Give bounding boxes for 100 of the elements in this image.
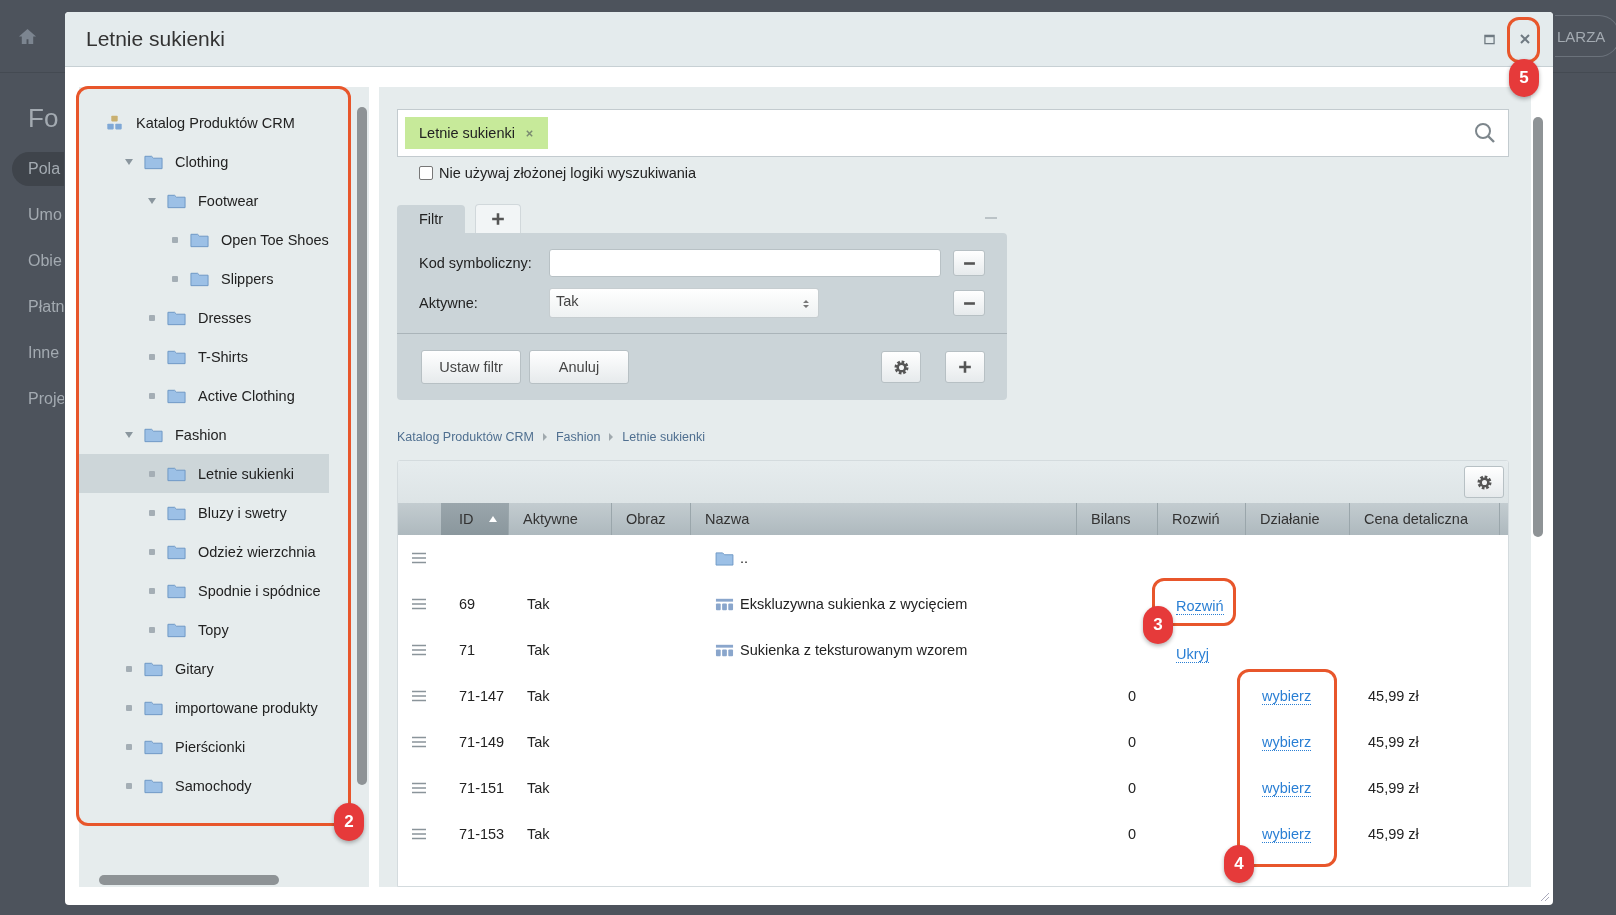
menu-item[interactable]: Pola (12, 152, 64, 186)
tree-item[interactable]: Spodnie i spódnice (79, 571, 329, 610)
chevron-icon (541, 432, 548, 442)
menu-icon[interactable] (412, 598, 426, 610)
column-header[interactable]: Cena detaliczna (1350, 503, 1500, 535)
table-cell: Tak (527, 780, 550, 796)
expand-arrow-icon[interactable] (124, 429, 134, 440)
expand-link[interactable]: Rozwiń (1176, 597, 1224, 615)
settings-button[interactable] (881, 351, 921, 383)
table-cell: 0 (1127, 826, 1136, 842)
resize-grip-icon[interactable] (1538, 890, 1550, 902)
tree-item[interactable]: Slippers (79, 259, 329, 298)
remove-field-button[interactable] (953, 250, 985, 276)
table-cell: Tak (527, 688, 550, 704)
select-link[interactable]: wybierz (1262, 779, 1312, 797)
breadcrumb-link[interactable]: Katalog Produktów CRM (397, 430, 534, 444)
close-icon[interactable] (1519, 33, 1531, 45)
tree-item[interactable]: Dresses (79, 298, 329, 337)
column-header[interactable]: Rozwiń (1158, 503, 1246, 535)
chevron-icon (608, 432, 615, 442)
menu-icon[interactable] (412, 828, 426, 840)
expand-link[interactable]: Ukryj (1176, 645, 1210, 663)
table-cell: 71-153 (459, 826, 505, 842)
table-cell: Tak (527, 596, 550, 612)
table-cell: 71-151 (459, 780, 505, 796)
tree-item[interactable]: Footwear (79, 181, 329, 220)
menu-icon[interactable] (412, 690, 426, 702)
tree-item[interactable]: Katalog Produktów CRM (79, 103, 329, 142)
breadcrumb-link[interactable]: Letnie sukienki (622, 430, 706, 444)
folder-icon (190, 231, 209, 248)
tree-item[interactable]: importowane produkty (79, 688, 329, 727)
tree-item[interactable]: Odzież wierzchnia (79, 532, 329, 571)
table-cell: Tak (527, 826, 550, 842)
table-cell: 69 (459, 596, 476, 612)
tree-item[interactable]: Samochody (79, 766, 329, 805)
table-cell: Ekskluzywna sukienka z wycięciem (740, 596, 968, 612)
table-cell: 71-147 (459, 688, 505, 704)
updown-icon (802, 298, 810, 310)
tree-item[interactable]: Pierścionki (79, 727, 329, 766)
table-cell: 0 (1127, 688, 1136, 704)
search-icon[interactable] (1474, 122, 1496, 144)
column-header[interactable]: ID (441, 503, 509, 535)
catalog-icon (105, 114, 124, 131)
menu-icon[interactable] (412, 782, 426, 794)
folder-icon (144, 660, 163, 677)
settings-button[interactable] (1464, 466, 1504, 498)
search-field[interactable]: Letnie sukienki (397, 109, 1509, 157)
add-button[interactable] (945, 351, 985, 383)
table-cell: Tak (527, 642, 550, 658)
bullet-icon (147, 312, 157, 323)
tree-item[interactable]: Open Toe Shoes (79, 220, 329, 259)
bullet-icon (124, 702, 134, 713)
column-header[interactable]: Aktywne (509, 503, 612, 535)
folder-icon (167, 582, 186, 599)
bullet-icon (147, 546, 157, 557)
menu-icon[interactable] (412, 552, 426, 564)
select-link[interactable]: wybierz (1262, 733, 1312, 751)
tree-item[interactable]: Clothing (79, 142, 329, 181)
window-title: Letnie sukienki (86, 27, 225, 51)
filter-tag[interactable]: Letnie sukienki (405, 117, 548, 149)
table-cell: Tak (527, 734, 550, 750)
remove-field-button[interactable] (953, 290, 985, 316)
home-icon[interactable] (18, 26, 37, 46)
tree-item[interactable]: Gitary (79, 649, 329, 688)
column-header[interactable]: Nazwa (691, 503, 1077, 535)
column-header[interactable]: Obraz (612, 503, 691, 535)
field-label: Kod symboliczny: (419, 255, 533, 271)
folder-icon (144, 777, 163, 794)
expand-arrow-icon[interactable] (147, 195, 157, 206)
table-cell: 0 (1127, 780, 1136, 796)
filter-tab[interactable]: Filtr (397, 205, 466, 233)
folder-icon (167, 309, 186, 326)
bullet-icon (170, 234, 180, 245)
remove-icon[interactable] (524, 128, 534, 138)
breadcrumb-link[interactable]: Fashion (555, 430, 601, 444)
select-link[interactable]: wybierz (1262, 687, 1312, 705)
column-header[interactable]: Bilans (1077, 503, 1158, 535)
tree-item[interactable]: T-Shirts (79, 337, 329, 376)
table-cell: .. (740, 550, 749, 566)
tree-item[interactable]: Letnie sukienki (79, 454, 329, 493)
input-field[interactable] (549, 249, 941, 277)
folder-icon (715, 550, 734, 566)
select-field[interactable]: Tak (549, 288, 819, 318)
tree-item[interactable]: Active Clothing (79, 376, 329, 415)
column-header[interactable]: Działanie (1246, 503, 1350, 535)
tree-item[interactable]: Fashion (79, 415, 329, 454)
tree-item[interactable]: Topy (79, 610, 329, 649)
filter-button[interactable]: Anuluj (529, 350, 629, 384)
add-tab-button[interactable] (475, 204, 522, 233)
menu-icon[interactable] (412, 736, 426, 748)
select-link[interactable]: wybierz (1262, 825, 1312, 843)
tree-item[interactable]: Bluzy i swetry (79, 493, 329, 532)
checkbox-label: Nie używaj złożonej logiki wyszukiwania (439, 165, 697, 181)
menu-icon[interactable] (412, 644, 426, 656)
maximize-icon[interactable] (1484, 33, 1495, 45)
checkbox[interactable] (419, 166, 433, 180)
expand-arrow-icon[interactable] (124, 156, 134, 167)
product-icon (715, 642, 734, 658)
filter-button[interactable]: Ustaw filtr (421, 350, 521, 384)
field-label: Aktywne: (419, 295, 479, 311)
